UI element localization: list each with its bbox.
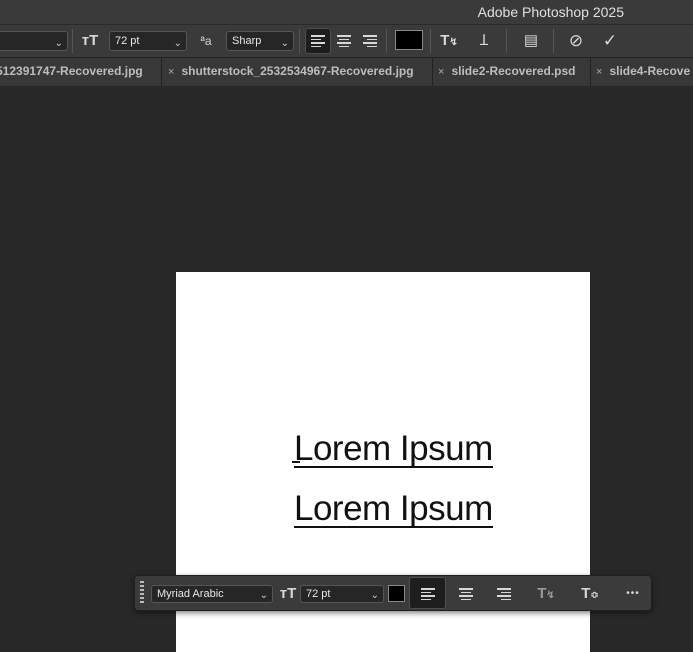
align-right-button[interactable]: [361, 31, 379, 51]
cancel-icon[interactable]: ⊘: [565, 31, 587, 51]
app-title: Adobe Photoshop 2025: [477, 4, 624, 20]
close-icon[interactable]: ×: [438, 66, 444, 78]
options-bar: ⌄ ᴛT 72 pt ⌄ ªa Sharp ⌄ T↯ Ʇ ▤ ⊘ ✓: [0, 24, 693, 57]
text-cursor-baseline: [292, 461, 300, 463]
divider: [430, 29, 431, 53]
font-family-select[interactable]: Myriad Arabic ⌄: [151, 585, 273, 603]
warp-text-icon[interactable]: T↯: [535, 584, 557, 604]
text-color-swatch[interactable]: [388, 585, 405, 602]
anti-alias-select[interactable]: Sharp ⌄: [226, 31, 294, 51]
align-center-icon: [459, 588, 473, 601]
align-left-button[interactable]: [305, 28, 331, 54]
tab-document-4[interactable]: × slide4-Recove: [590, 58, 693, 86]
tab-label: 512391747-Recovered.jpg: [0, 64, 143, 78]
align-center-button[interactable]: [456, 584, 476, 604]
contextual-task-bar: Myriad Arabic ⌄ ᴛT 72 pt ⌄ T↯ T≎ •••: [134, 575, 652, 611]
tab-label: shutterstock_2532534967-Recovered.jpg: [181, 64, 414, 78]
text-color-swatch[interactable]: [395, 30, 423, 50]
align-right-button[interactable]: [494, 584, 514, 604]
align-left-button[interactable]: [409, 577, 446, 609]
close-icon[interactable]: ×: [596, 66, 602, 78]
tab-document-3[interactable]: × slide2-Recovered.psd: [432, 58, 591, 86]
text-settings-icon[interactable]: T≎: [579, 584, 601, 604]
close-icon[interactable]: ×: [168, 66, 174, 78]
character-panel-icon[interactable]: ▤: [520, 31, 542, 51]
anti-alias-value: Sharp: [232, 35, 262, 47]
anti-alias-icon: ªa: [200, 34, 212, 48]
tab-document-1[interactable]: 512391747-Recovered.jpg: [0, 58, 162, 86]
align-left-icon: [311, 35, 325, 48]
font-family-value: Myriad Arabic: [157, 588, 224, 600]
chevron-down-icon: ⌄: [280, 38, 289, 49]
divider: [506, 29, 507, 53]
chevron-down-icon: ⌄: [370, 590, 379, 601]
chevron-down-icon: ⌄: [54, 38, 63, 49]
chevron-down-icon: ⌄: [173, 38, 182, 49]
drag-handle[interactable]: [140, 581, 144, 605]
text-layer-line-1[interactable]: Lorem Ipsum: [294, 431, 493, 468]
align-center-button[interactable]: [335, 31, 353, 51]
font-size-field[interactable]: 72 pt ⌄: [109, 31, 187, 51]
divider: [386, 29, 387, 53]
align-right-icon: [363, 35, 377, 48]
title-bar: Adobe Photoshop 2025: [0, 0, 693, 24]
font-size-value: 72 pt: [115, 35, 140, 47]
text-size-icon: ᴛT: [279, 585, 297, 602]
align-left-icon: [420, 588, 435, 601]
tab-label: slide2-Recovered.psd: [451, 64, 576, 78]
warp-text-icon[interactable]: T↯: [438, 31, 460, 51]
font-size-field[interactable]: 72 pt ⌄: [300, 585, 384, 603]
tab-document-2[interactable]: × shutterstock_2532534967-Recovered.jpg: [162, 58, 433, 86]
font-style-select[interactable]: ⌄: [0, 31, 68, 51]
divider: [553, 29, 554, 53]
font-size-value: 72 pt: [306, 588, 331, 600]
tab-label: slide4-Recove: [609, 64, 691, 78]
document-tabs: 512391747-Recovered.jpg × shutterstock_25…: [0, 57, 693, 87]
divider: [72, 29, 73, 53]
align-center-icon: [337, 35, 351, 48]
more-options-icon[interactable]: •••: [621, 584, 645, 604]
3d-text-icon[interactable]: Ʇ: [473, 31, 495, 51]
divider: [299, 29, 300, 53]
text-layer-line-2[interactable]: Lorem Ipsum: [294, 491, 493, 528]
chevron-down-icon: ⌄: [259, 590, 268, 601]
commit-checkmark-icon[interactable]: ✓: [599, 31, 621, 51]
align-right-icon: [497, 588, 511, 601]
text-size-icon: ᴛT: [81, 32, 99, 49]
